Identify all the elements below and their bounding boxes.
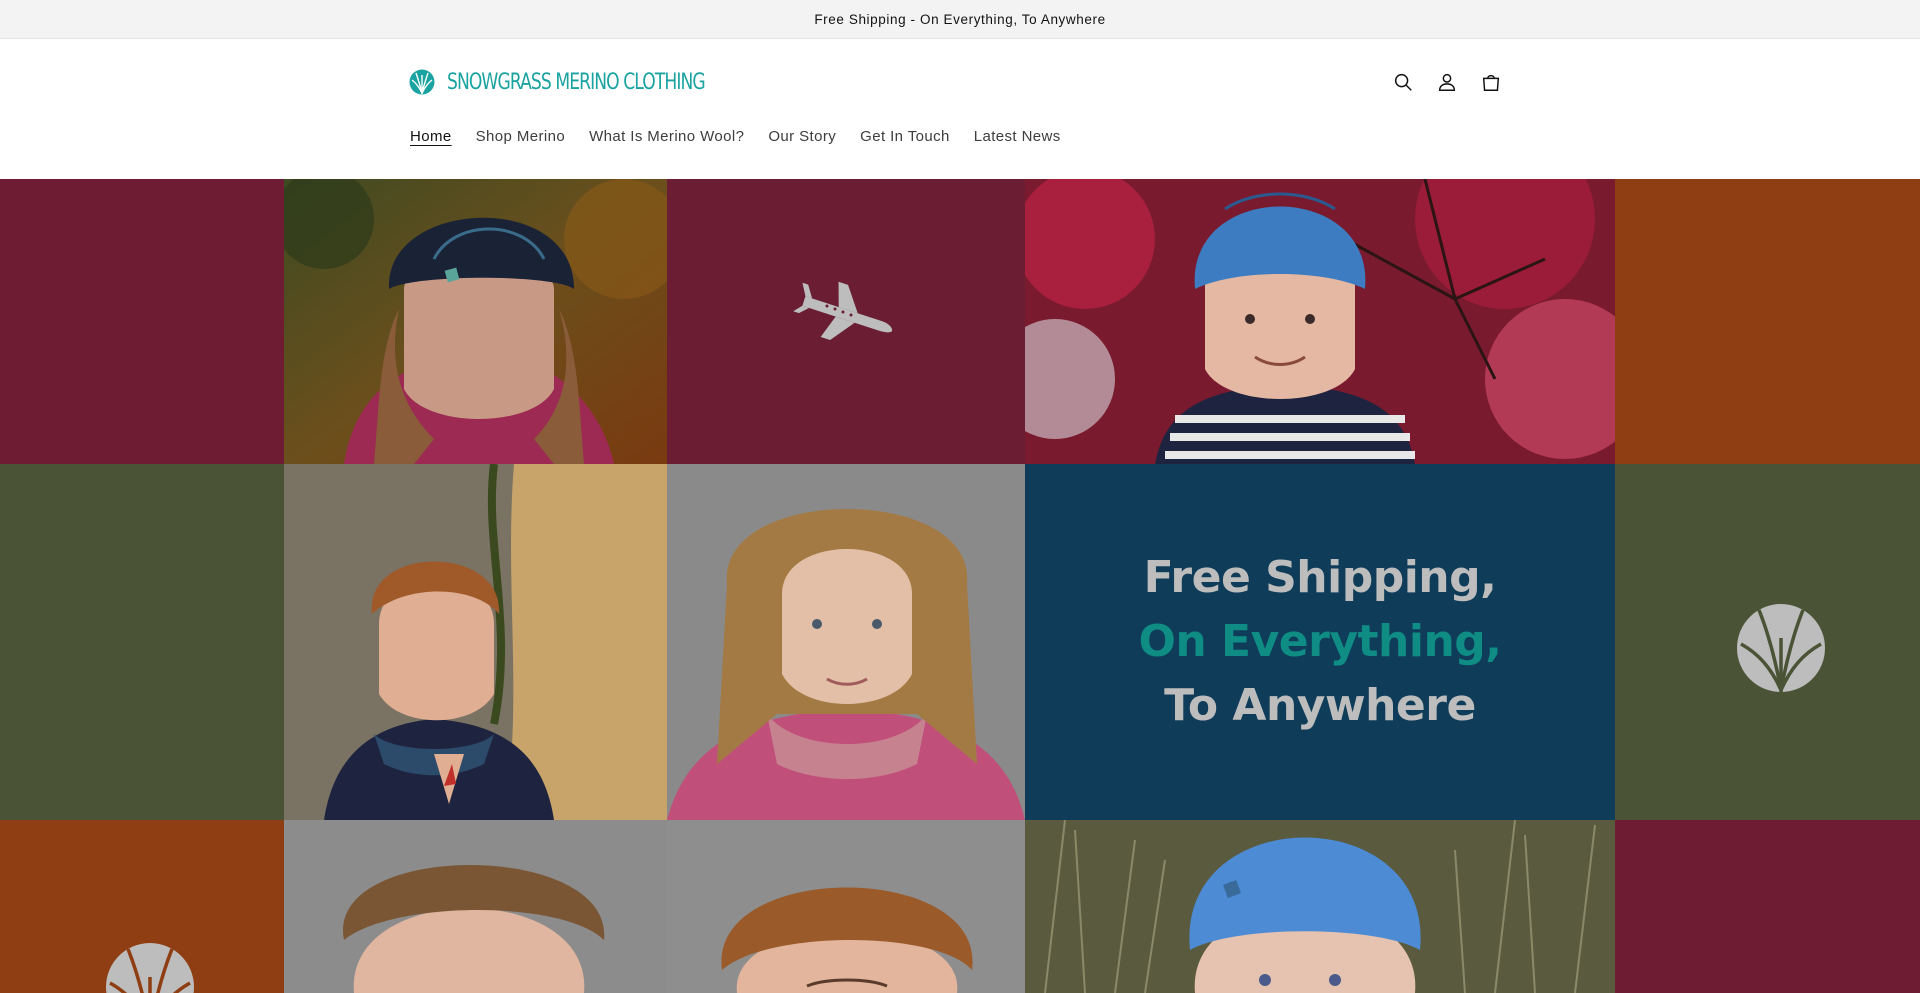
headline-line-1: Free Shipping, bbox=[1143, 552, 1497, 603]
search-icon[interactable] bbox=[1390, 69, 1416, 95]
headline-line-3: To Anywhere bbox=[1164, 680, 1476, 731]
hero-mosaic[interactable]: Free Shipping, On Everything, To Anywher… bbox=[0, 179, 1920, 993]
announcement-bar: Free Shipping - On Everything, To Anywhe… bbox=[0, 0, 1920, 39]
account-icon[interactable] bbox=[1434, 69, 1460, 95]
announcement-text: Free Shipping - On Everything, To Anywhe… bbox=[814, 11, 1106, 27]
cart-icon[interactable] bbox=[1478, 69, 1504, 95]
wine-color-tile bbox=[1615, 820, 1920, 993]
airplane-tile bbox=[667, 179, 1025, 464]
logo-link[interactable]: SNOWGRASS MERINO CLOTHING bbox=[409, 65, 777, 99]
orange-logo-tile bbox=[0, 820, 284, 993]
brand-leaf-icon bbox=[106, 943, 194, 993]
girl-pink-scarf-photo bbox=[667, 464, 1025, 820]
olive-logo-tile bbox=[1615, 464, 1920, 820]
nav-item-our-story[interactable]: Our Story bbox=[768, 128, 836, 145]
girl-in-navy-beanie-photo bbox=[284, 179, 667, 464]
boy-close-up-photo bbox=[284, 820, 667, 993]
wine-color-tile bbox=[0, 179, 284, 464]
nav-item-what-is-merino-wool[interactable]: What Is Merino Wool? bbox=[589, 128, 744, 145]
olive-color-tile bbox=[0, 464, 284, 820]
header-icons bbox=[1390, 69, 1504, 95]
smiling-boy-photo bbox=[667, 820, 1025, 993]
headline-line-2: On Everything, bbox=[1138, 616, 1502, 667]
site-header: SNOWGRASS MERINO CLOTHING Home Shop Meri… bbox=[0, 39, 1920, 179]
airplane-icon bbox=[793, 281, 893, 341]
nav-item-get-in-touch[interactable]: Get In Touch bbox=[860, 128, 950, 145]
logo-leaf-icon bbox=[409, 69, 435, 95]
free-shipping-tile: Free Shipping, On Everything, To Anywher… bbox=[1025, 464, 1615, 820]
nav-item-shop-merino[interactable]: Shop Merino bbox=[476, 128, 565, 145]
nav-item-latest-news[interactable]: Latest News bbox=[974, 128, 1061, 145]
nav-item-home[interactable]: Home bbox=[410, 128, 452, 145]
orange-color-tile bbox=[1615, 179, 1920, 464]
boy-blue-beanie-grass-photo bbox=[1025, 820, 1615, 993]
boy-in-blue-beanie-red-leaves-photo bbox=[1025, 179, 1615, 464]
brand-leaf-icon bbox=[1737, 604, 1825, 692]
hero-headline: Free Shipping, On Everything, To Anywher… bbox=[1025, 464, 1615, 820]
main-nav: Home Shop Merino What Is Merino Wool? Ou… bbox=[410, 128, 1061, 145]
logo-text: SNOWGRASS MERINO CLOTHING bbox=[447, 69, 706, 95]
boy-by-tree-trunk-photo bbox=[284, 464, 667, 820]
